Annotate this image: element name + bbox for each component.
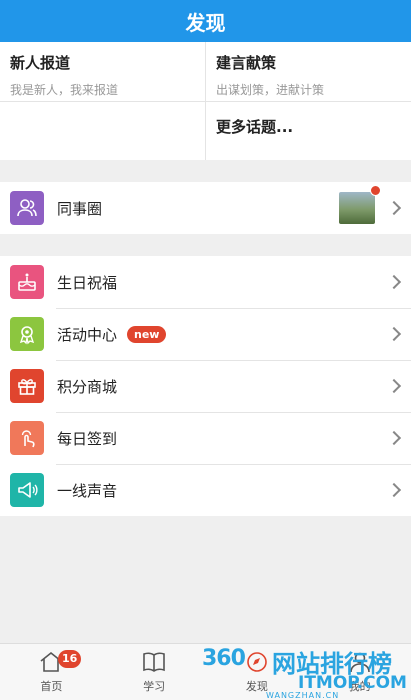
cake-icon	[10, 265, 44, 299]
circle-section: 同事圈	[0, 182, 411, 234]
user-icon	[349, 652, 370, 673]
row-daily-checkin[interactable]: 每日签到	[0, 412, 411, 464]
chevron-right-icon	[386, 274, 402, 290]
colleagues-icon	[10, 191, 44, 225]
chevron-right-icon	[386, 326, 402, 342]
row-label: 一线声音	[57, 481, 118, 500]
page-header: 发现	[0, 0, 411, 42]
topic-empty-cell	[0, 102, 205, 160]
row-label: 每日签到	[57, 429, 118, 448]
tab-mine[interactable]: 我的	[308, 644, 411, 700]
compass-icon	[247, 652, 267, 672]
latest-post-thumbnail	[339, 192, 375, 224]
row-label: 活动中心	[57, 325, 118, 344]
row-label: 生日祝福	[57, 273, 118, 292]
chevron-right-icon	[386, 482, 402, 498]
row-colleague-circle[interactable]: 同事圈	[0, 182, 411, 234]
book-icon	[143, 652, 165, 672]
chevron-right-icon	[386, 430, 402, 446]
chevron-right-icon	[386, 200, 402, 216]
topic-newcomer[interactable]: 新人报道 我是新人，我来报道	[0, 42, 205, 102]
tab-label: 发现	[245, 680, 268, 693]
row-label: 同事圈	[57, 199, 103, 218]
bottom-tab-bar: 首页 16 学习 发现 我的	[0, 643, 411, 700]
chevron-right-icon	[386, 378, 402, 394]
topic-suggestions[interactable]: 建言献策 出谋划策，进献计策	[205, 42, 411, 102]
section-divider	[0, 160, 411, 182]
feature-menu: 生日祝福 活动中心 new 积分商城 每日签到 一线声音	[0, 256, 411, 516]
tab-label: 首页	[40, 680, 63, 693]
more-topics-link[interactable]: 更多话题...	[205, 102, 411, 160]
section-divider	[0, 234, 411, 256]
tab-label: 学习	[143, 680, 166, 693]
topic-subtitle: 出谋划策，进献计策	[216, 83, 325, 97]
tab-discover[interactable]: 发现	[206, 644, 309, 700]
more-topics-label: 更多话题...	[216, 118, 294, 136]
megaphone-icon	[10, 473, 44, 507]
page-title: 发现	[185, 10, 226, 35]
tab-home[interactable]: 首页 16	[0, 644, 103, 700]
new-badge: new	[127, 325, 167, 343]
tab-label: 我的	[348, 680, 371, 693]
tab-study[interactable]: 学习	[103, 644, 206, 700]
home-unread-badge: 16	[58, 650, 82, 668]
row-activity-center[interactable]: 活动中心 new	[0, 308, 411, 360]
topic-grid: 新人报道 我是新人，我来报道 建言献策 出谋划策，进献计策 更多话题...	[0, 42, 411, 160]
gift-icon	[10, 369, 44, 403]
unread-dot	[370, 185, 381, 196]
row-points-mall[interactable]: 积分商城	[0, 360, 411, 412]
topic-title: 建言献策	[216, 54, 277, 72]
tap-icon	[10, 421, 44, 455]
row-frontline-voice[interactable]: 一线声音	[0, 464, 411, 516]
topic-title: 新人报道	[10, 54, 71, 72]
row-birthday-wishes[interactable]: 生日祝福	[0, 256, 411, 308]
row-label: 积分商城	[57, 377, 118, 396]
activity-icon	[10, 317, 44, 351]
topic-subtitle: 我是新人，我来报道	[10, 83, 119, 97]
